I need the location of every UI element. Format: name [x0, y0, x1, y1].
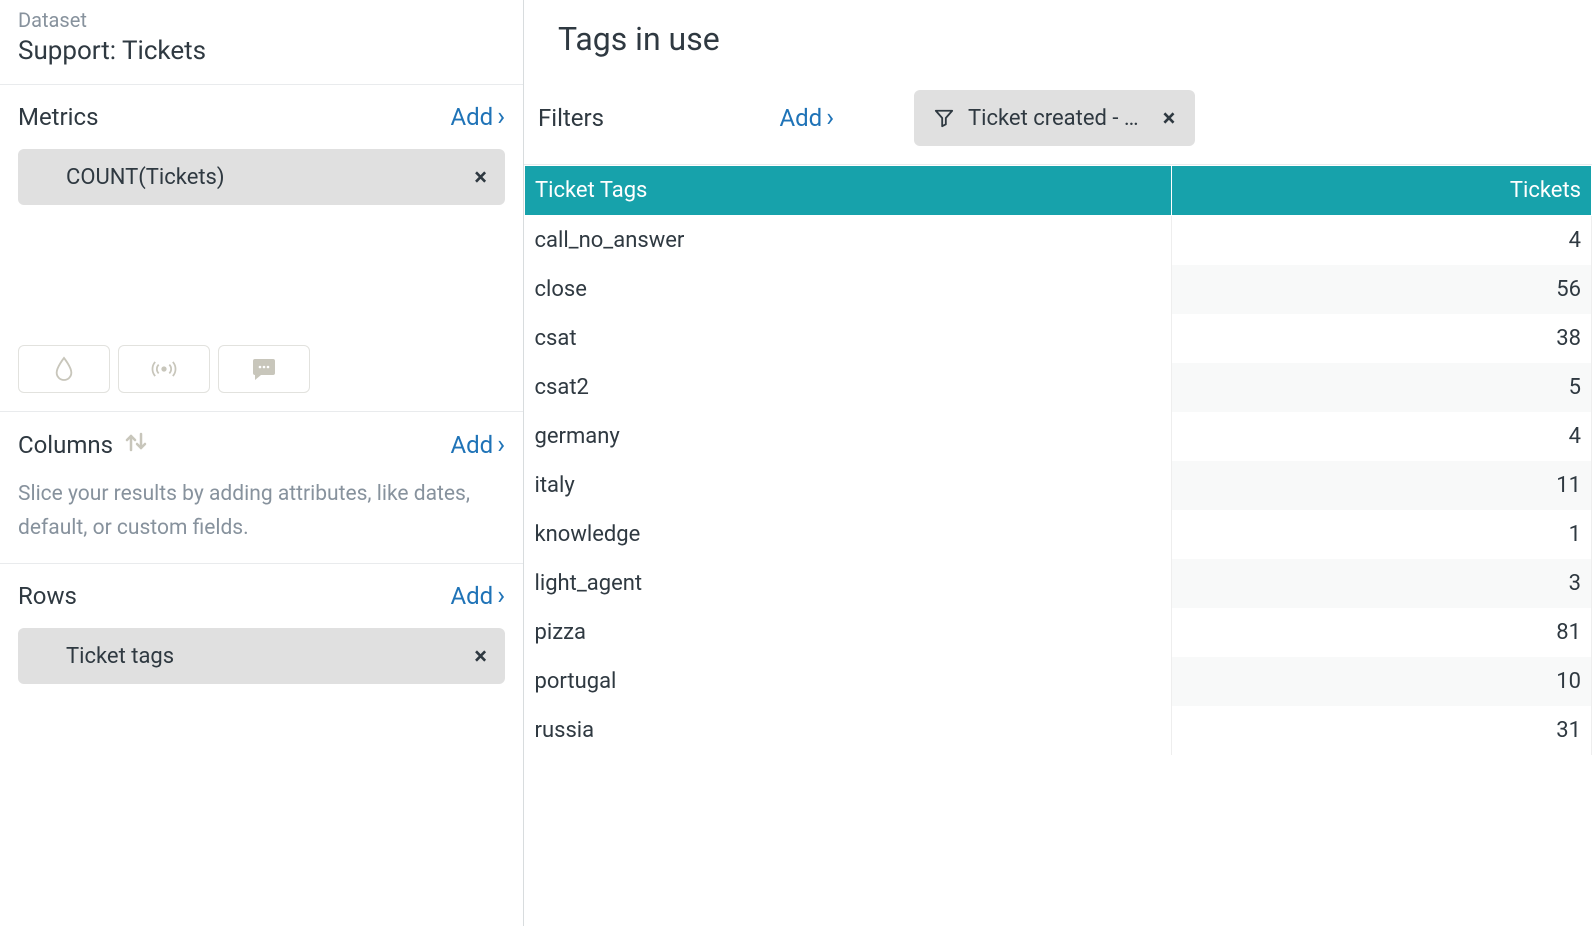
cell-tag: germany — [525, 412, 1172, 461]
dataset-section: Dataset Support: Tickets — [0, 0, 523, 85]
dataset-label: Dataset — [18, 8, 505, 32]
cell-count: 31 — [1171, 706, 1591, 755]
cell-tag: pizza — [525, 608, 1172, 657]
broadcast-icon-button[interactable] — [118, 345, 210, 393]
cell-tag: knowledge — [525, 510, 1172, 559]
drop-icon — [53, 356, 75, 382]
columns-section: Columns Add › Slice your results by addi… — [0, 412, 523, 564]
chevron-right-icon: › — [826, 105, 834, 131]
table-row[interactable]: csat25 — [525, 363, 1592, 412]
cell-tag: csat2 — [525, 363, 1172, 412]
filter-bar: Filters Add › Ticket created - … × — [524, 72, 1592, 165]
col-header-tickets[interactable]: Tickets — [1171, 166, 1591, 216]
cell-count: 5 — [1171, 363, 1591, 412]
cell-tag: light_agent — [525, 559, 1172, 608]
cell-tag: russia — [525, 706, 1172, 755]
table-row[interactable]: csat38 — [525, 314, 1592, 363]
add-label: Add — [450, 582, 493, 610]
cell-count: 38 — [1171, 314, 1591, 363]
chat-icon — [251, 357, 277, 381]
cell-count: 3 — [1171, 559, 1591, 608]
drop-icon-button[interactable] — [18, 345, 110, 393]
metrics-icon-toolbar — [18, 345, 505, 393]
row-chip-remove[interactable]: × — [474, 642, 487, 670]
cell-count: 4 — [1171, 216, 1591, 266]
filter-chip-label: Ticket created - … — [968, 106, 1139, 131]
chevron-right-icon: › — [497, 104, 505, 130]
add-label: Add — [779, 104, 822, 132]
table-row[interactable]: close56 — [525, 265, 1592, 314]
metrics-title: Metrics — [18, 103, 98, 131]
results-table: Ticket Tags Tickets call_no_answer4close… — [524, 165, 1592, 755]
rows-section: Rows Add › Ticket tags × — [0, 564, 523, 702]
cell-tag: close — [525, 265, 1172, 314]
add-label: Add — [450, 103, 493, 131]
main-area: Tags in use Filters Add › Ticket created… — [524, 0, 1592, 926]
add-label: Add — [450, 431, 493, 459]
rows-add-button[interactable]: Add › — [450, 582, 505, 610]
metric-chip-label: COUNT(Tickets) — [66, 165, 225, 190]
cell-count: 1 — [1171, 510, 1591, 559]
filter-chip[interactable]: Ticket created - … × — [914, 90, 1195, 146]
columns-add-button[interactable]: Add › — [450, 431, 505, 459]
dataset-name: Support: Tickets — [18, 36, 505, 66]
table-row[interactable]: light_agent3 — [525, 559, 1592, 608]
cell-count: 4 — [1171, 412, 1591, 461]
metric-chip[interactable]: COUNT(Tickets) × — [18, 149, 505, 205]
filter-icon — [934, 108, 954, 128]
col-header-tags[interactable]: Ticket Tags — [525, 166, 1172, 216]
columns-title: Columns — [18, 431, 113, 459]
sidebar: Dataset Support: Tickets Metrics Add › C… — [0, 0, 524, 926]
filter-chip-remove[interactable]: × — [1163, 104, 1176, 132]
cell-tag: portugal — [525, 657, 1172, 706]
cell-count: 56 — [1171, 265, 1591, 314]
table-row[interactable]: knowledge1 — [525, 510, 1592, 559]
metrics-section: Metrics Add › COUNT(Tickets) × — [0, 85, 523, 412]
table-row[interactable]: call_no_answer4 — [525, 216, 1592, 266]
columns-description: Slice your results by adding attributes,… — [18, 478, 505, 545]
filters-add-button[interactable]: Add › — [779, 104, 834, 132]
cell-tag: italy — [525, 461, 1172, 510]
table-row[interactable]: pizza81 — [525, 608, 1592, 657]
cell-count: 10 — [1171, 657, 1591, 706]
table-row[interactable]: italy11 — [525, 461, 1592, 510]
chevron-right-icon: › — [497, 583, 505, 609]
table-row[interactable]: portugal10 — [525, 657, 1592, 706]
rows-title: Rows — [18, 582, 77, 610]
table-row[interactable]: germany4 — [525, 412, 1592, 461]
cell-count: 81 — [1171, 608, 1591, 657]
metrics-add-button[interactable]: Add › — [450, 103, 505, 131]
cell-count: 11 — [1171, 461, 1591, 510]
chat-icon-button[interactable] — [218, 345, 310, 393]
row-chip[interactable]: Ticket tags × — [18, 628, 505, 684]
broadcast-icon — [149, 358, 179, 380]
filters-title: Filters — [538, 104, 604, 132]
row-chip-label: Ticket tags — [66, 644, 174, 669]
metric-chip-remove[interactable]: × — [474, 163, 487, 191]
table-row[interactable]: russia31 — [525, 706, 1592, 755]
cell-tag: csat — [525, 314, 1172, 363]
swap-icon[interactable] — [123, 430, 149, 460]
report-title: Tags in use — [524, 0, 1592, 72]
chevron-right-icon: › — [497, 432, 505, 458]
cell-tag: call_no_answer — [525, 216, 1172, 266]
